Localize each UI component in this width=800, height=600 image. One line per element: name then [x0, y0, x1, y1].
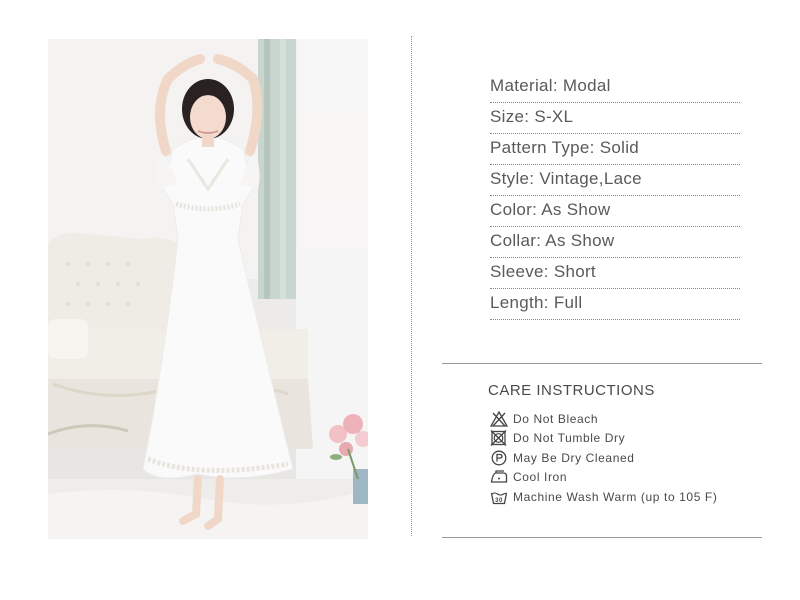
dry-clean-p-icon: [490, 450, 508, 466]
care-item-text: Machine Wash Warm (up to 105 F): [513, 489, 718, 504]
care-item-text: May Be Dry Cleaned: [513, 450, 635, 465]
care-item-dry-clean: May Be Dry Cleaned: [490, 448, 717, 468]
care-item-text: Do Not Tumble Dry: [513, 431, 626, 446]
care-item-cool-iron: Cool Iron: [490, 468, 717, 488]
care-top-divider: [442, 363, 762, 364]
care-bottom-divider: [442, 537, 762, 538]
care-item-text: Do Not Bleach: [513, 411, 599, 426]
spec-sleeve: Sleeve: Short: [490, 258, 740, 289]
cool-iron-icon: [490, 469, 508, 485]
spec-collar: Collar: As Show: [490, 227, 740, 258]
care-instructions-title: CARE INSTRUCTIONS: [488, 382, 655, 399]
spec-list: Material: Modal Size: S-XL Pattern Type:…: [490, 72, 740, 320]
care-instructions-list: Do Not Bleach Do Not Tumble Dry May Be D…: [490, 409, 717, 507]
svg-text:30: 30: [495, 498, 503, 504]
spec-material: Material: Modal: [490, 72, 740, 103]
care-item-machine-wash: 30 Machine Wash Warm (up to 105 F): [490, 487, 717, 507]
care-item-text: Cool Iron: [513, 470, 568, 485]
spec-color: Color: As Show: [490, 196, 740, 227]
cushion: [48, 319, 88, 359]
product-photo: [48, 39, 368, 539]
spec-pattern-type: Pattern Type: Solid: [490, 134, 740, 165]
do-not-bleach-icon: [490, 410, 508, 427]
do-not-tumble-dry-icon: [490, 430, 508, 447]
product-photo-illustration: [48, 39, 368, 539]
spec-style: Style: Vintage,Lace: [490, 165, 740, 196]
spec-size: Size: S-XL: [490, 103, 740, 134]
vertical-divider: [411, 36, 412, 536]
machine-wash-30-icon: 30: [490, 489, 508, 505]
care-item-do-not-bleach: Do Not Bleach: [490, 409, 717, 429]
spec-length: Length: Full: [490, 289, 740, 320]
care-item-do-not-tumble-dry: Do Not Tumble Dry: [490, 429, 717, 449]
